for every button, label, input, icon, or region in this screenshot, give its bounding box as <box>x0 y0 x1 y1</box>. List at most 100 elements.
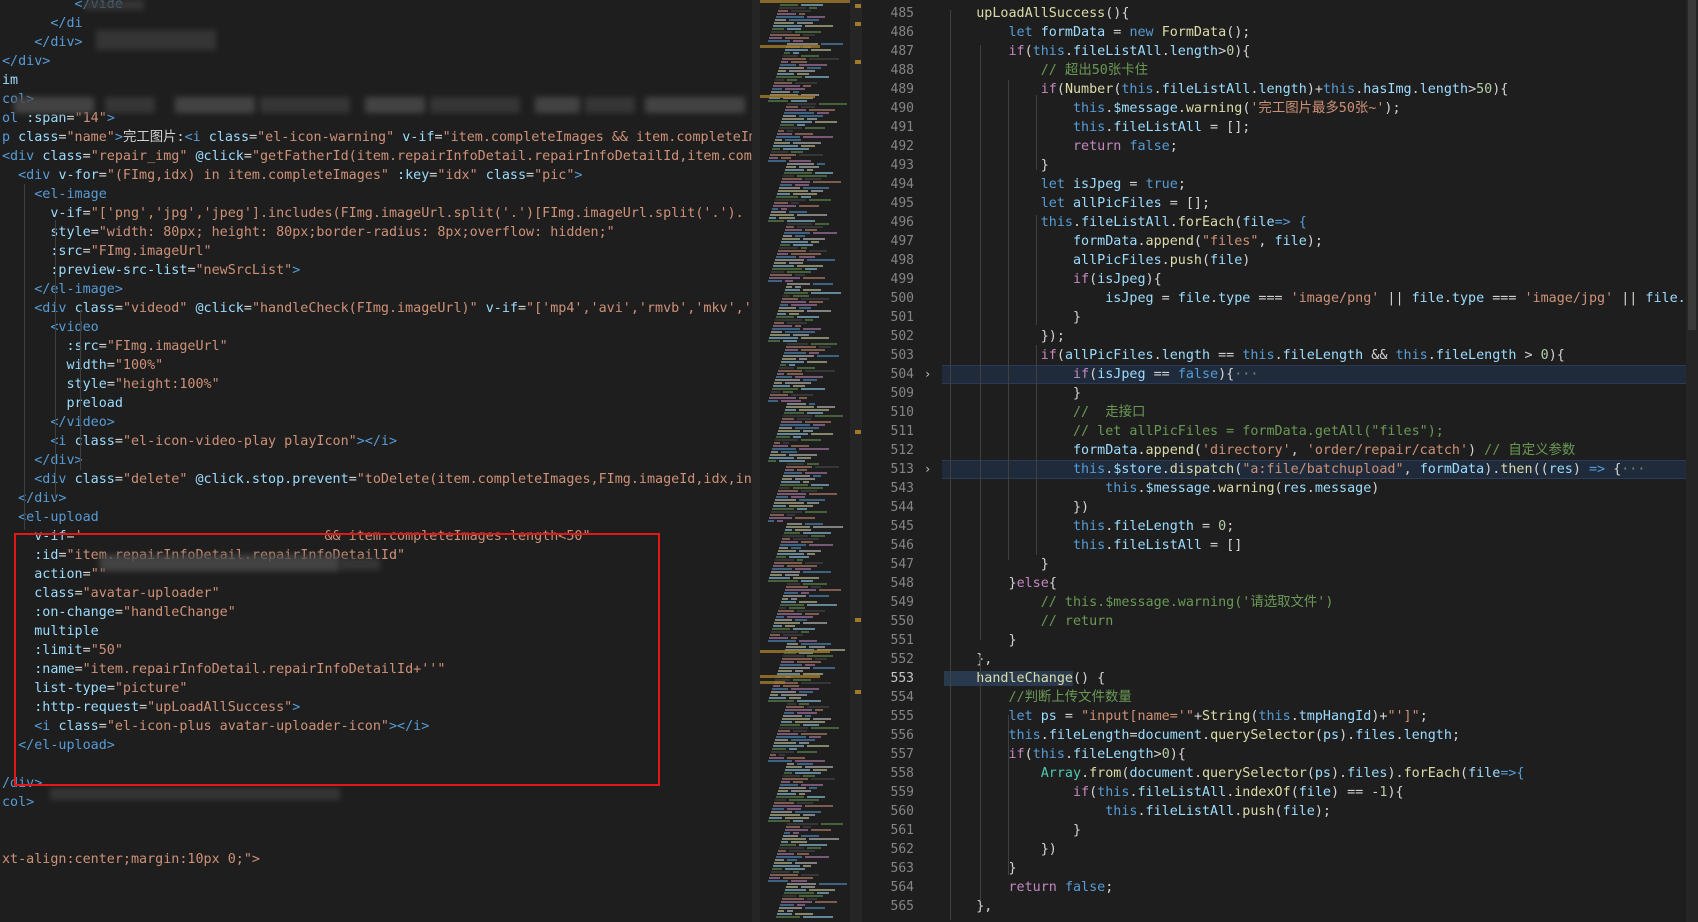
vertical-scrollbar[interactable] <box>1686 0 1698 922</box>
left-code-line[interactable]: </video> <box>2 413 115 432</box>
minimap-line <box>775 619 792 621</box>
right-code-line[interactable]: handleChange() { <box>944 669 1105 688</box>
right-code-line[interactable]: upLoadAllSuccess(){ <box>944 4 1129 23</box>
right-code-line[interactable]: isJpeg = file.type === 'image/png' || fi… <box>944 289 1698 308</box>
left-code-line[interactable]: </di <box>2 14 82 33</box>
right-code-line[interactable]: this.fileListAll.push(file); <box>944 802 1331 821</box>
minimap-line <box>803 238 825 240</box>
minimap-line <box>801 388 825 390</box>
right-editor-pane[interactable]: 485 upLoadAllSuccess(){486 let formData … <box>862 0 1698 922</box>
left-code-line[interactable]: <i class="el-icon-video-play playIcon"><… <box>2 432 397 451</box>
left-code-line[interactable]: <el-image <box>2 185 107 204</box>
left-code-line[interactable]: </div> <box>2 451 82 470</box>
left-code-line[interactable]: </div> <box>2 33 82 52</box>
minimap[interactable] <box>760 0 860 922</box>
left-code-line[interactable]: <el-upload <box>2 508 99 527</box>
left-code-line[interactable]: <div class="delete" @click.stop.prevent=… <box>2 470 752 489</box>
minimap-line <box>777 793 796 795</box>
minimap-line <box>771 691 796 693</box>
right-code-line[interactable]: }, <box>944 897 992 916</box>
right-code-line[interactable]: } <box>944 555 1049 574</box>
left-code-line[interactable]: </el-image> <box>2 280 123 299</box>
chevron-right-icon[interactable]: › <box>924 460 936 479</box>
minimap-line <box>787 283 810 285</box>
right-code-line[interactable]: if(allPicFiles.length == this.fileLength… <box>944 346 1565 365</box>
left-code-line[interactable]: style="height:100%" <box>2 375 219 394</box>
right-code-line[interactable]: Array.from(document.querySelector(ps).fi… <box>944 764 1525 783</box>
code-token: ) == - <box>1331 785 1380 800</box>
right-code-line[interactable]: // this.$message.warning('请选取文件') <box>944 593 1334 612</box>
right-code-line[interactable]: return false; <box>944 878 1113 897</box>
right-code-line[interactable]: let formData = new FormData(); <box>944 23 1250 42</box>
minimap-scroll-track[interactable] <box>850 0 862 922</box>
right-code-line[interactable]: let ps = "input[name='"+String(this.tmpH… <box>944 707 1427 726</box>
left-code-line[interactable]: <div class="videod" @click="handleCheck(… <box>2 299 752 318</box>
right-code-line[interactable]: // 走接口 <box>944 403 1145 422</box>
left-code-line[interactable]: </div> <box>2 52 50 71</box>
left-code-line[interactable]: :src="FImg.imageUrl" <box>2 337 227 356</box>
minimap-line <box>769 457 794 459</box>
left-code-line[interactable]: :preview-src-list="newSrcList"> <box>2 261 300 280</box>
minimap-line <box>797 226 823 228</box>
right-code-line[interactable]: if(Number(this.fileListAll.length)+this.… <box>944 80 1509 99</box>
right-code-line[interactable]: // let allPicFiles = formData.getAll("fi… <box>944 422 1444 441</box>
right-code-line[interactable]: let allPicFiles = []; <box>944 194 1210 213</box>
right-code-line[interactable]: this.fileListAll = []; <box>944 118 1250 137</box>
right-code-line[interactable]: this.$message.warning(res.message) <box>944 479 1379 498</box>
left-code-line[interactable]: v-if="['png','jpg','jpeg'].includes(FImg… <box>2 204 743 223</box>
left-code-line[interactable]: preload <box>2 394 123 413</box>
right-code-line[interactable]: // return <box>944 612 1114 631</box>
code-token: preload <box>2 396 123 411</box>
minimap-line <box>795 529 811 531</box>
right-code-line[interactable]: // 超出50张卡住 <box>944 61 1148 80</box>
left-code-line[interactable]: style="width: 80px; height: 80px;border-… <box>2 223 614 242</box>
left-editor-pane[interactable]: </vide </di </div></div>imcol>ol :span="… <box>0 0 752 922</box>
left-code-line[interactable]: :src="FImg.imageUrl" <box>2 242 211 261</box>
left-code-line[interactable]: <div v-for="(FImg,idx) in item.completeI… <box>2 166 582 185</box>
right-code-line[interactable]: }else{ <box>944 574 1056 593</box>
code-token: // let allPicFiles = formData.getAll("fi… <box>944 424 1444 439</box>
right-code-line[interactable]: this.$message.warning('完工图片最多50张~'); <box>944 99 1401 118</box>
minimap-line <box>784 772 792 774</box>
left-code-line[interactable]: im <box>2 71 18 90</box>
code-token: length <box>1419 82 1469 97</box>
right-code-line[interactable]: }) <box>944 840 1057 859</box>
left-code-line[interactable]: xt-align:center;margin:10px 0;"> <box>2 850 260 869</box>
left-code-line[interactable]: p class="name">完工图片:<i class="el-icon-wa… <box>2 128 752 147</box>
minimap-line <box>803 379 817 381</box>
right-code-line[interactable]: formData.append('directory', 'order/repa… <box>944 441 1575 460</box>
right-code-line[interactable]: formData.append("files", file); <box>944 232 1323 251</box>
right-code-line[interactable]: } <box>944 821 1081 840</box>
right-code-line[interactable]: this.fileLength=document.querySelector(p… <box>944 726 1460 745</box>
minimap-line <box>783 775 800 777</box>
right-code-line[interactable]: if(this.fileListAll.indexOf(file) == -1)… <box>944 783 1404 802</box>
minimap-line <box>778 10 788 12</box>
minimap-line <box>774 82 792 84</box>
right-code-line[interactable]: if(isJpeg == false){··· <box>944 365 1258 384</box>
right-code-line[interactable]: //判断上传文件数量 <box>944 688 1131 707</box>
right-code-line[interactable]: }) <box>944 498 1089 517</box>
right-code-line[interactable]: allPicFiles.push(file) <box>944 251 1250 270</box>
left-code-line[interactable]: col> <box>2 793 34 812</box>
minimap-line <box>787 523 802 525</box>
right-code-line[interactable]: }); <box>944 327 1065 346</box>
right-code-line[interactable]: this.fileListAll = [] <box>944 536 1242 555</box>
left-code-line[interactable]: width="100%" <box>2 356 163 375</box>
right-code-line[interactable]: } <box>944 308 1081 327</box>
right-code-line[interactable]: this.$store.dispatch("a:file/batchupload… <box>944 460 1645 479</box>
right-code-line[interactable]: this.fileListAll.forEach(file=> { <box>944 213 1307 232</box>
right-code-line[interactable]: }, <box>944 650 992 669</box>
scrollbar-thumb[interactable] <box>1688 0 1696 330</box>
chevron-right-icon[interactable]: › <box>924 365 936 384</box>
left-code-line[interactable]: <video <box>2 318 98 337</box>
right-code-line[interactable]: } <box>944 384 1081 403</box>
left-code-line[interactable]: </div> <box>2 489 66 508</box>
right-code-line[interactable]: if(isJpeg){ <box>944 270 1162 289</box>
left-code-line[interactable]: <div class="repair_img" @click="getFathe… <box>2 147 752 166</box>
minimap-line <box>785 409 796 411</box>
minimap-line <box>785 139 801 141</box>
right-code-line[interactable]: this.fileLength = 0; <box>944 517 1234 536</box>
right-code-line[interactable]: if(this.fileListAll.length>0){ <box>944 42 1250 61</box>
right-code-line[interactable]: } <box>944 156 1049 175</box>
editor-divider[interactable] <box>752 0 760 922</box>
